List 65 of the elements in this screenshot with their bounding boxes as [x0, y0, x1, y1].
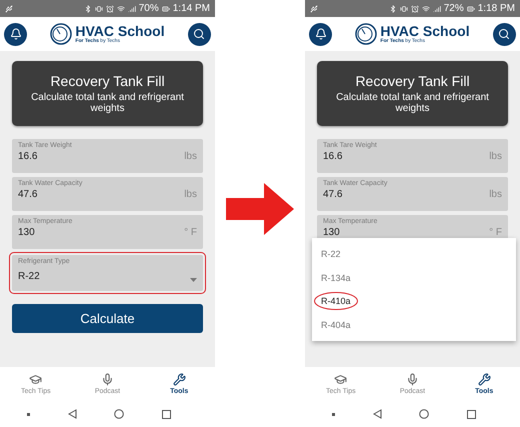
alarm-icon — [106, 4, 114, 12]
unit-label: lbs — [489, 151, 502, 162]
card-title: Recovery Tank Fill — [355, 73, 470, 89]
bell-icon — [314, 28, 326, 40]
card-subtitle: Calculate total tank and refrigerant weights — [30, 92, 185, 114]
field-value: 130 — [18, 227, 35, 238]
app-title: HVAC School — [75, 24, 165, 38]
unit-label: ° F — [489, 227, 502, 238]
battery-icon — [162, 4, 170, 12]
usb-icon — [310, 4, 318, 12]
bluetooth-icon — [388, 4, 397, 12]
field-value: 16.6 — [18, 151, 38, 162]
dropdown-option[interactable]: R-134a — [314, 268, 358, 287]
gauge-logo-icon — [50, 23, 72, 45]
arrow-icon — [226, 182, 294, 234]
card-title: Recovery Tank Fill — [50, 73, 165, 89]
bluetooth-icon — [84, 4, 92, 12]
wrench-icon — [172, 373, 186, 386]
recents-icon[interactable] — [467, 410, 476, 418]
microphone-icon — [406, 373, 419, 386]
field-value: 47.6 — [18, 189, 38, 200]
vibrate-icon — [400, 4, 408, 12]
unit-label: ° F — [184, 227, 197, 238]
vibrate-icon — [94, 4, 103, 12]
card-subtitle: Calculate total tank and refrigerant weights — [335, 92, 490, 114]
wifi-icon — [116, 4, 125, 12]
home-icon[interactable] — [114, 409, 124, 419]
battery-icon — [466, 4, 475, 12]
back-icon[interactable] — [372, 409, 382, 419]
clock: 1:18 PM — [478, 3, 515, 14]
wifi-icon — [422, 4, 430, 12]
unit-label: lbs — [184, 189, 197, 200]
wrench-icon — [478, 373, 491, 386]
graduation-cap-icon — [334, 373, 348, 386]
notifications-button[interactable] — [309, 22, 332, 46]
field-value: 130 — [323, 227, 340, 238]
app-title: HVAC School — [380, 24, 470, 38]
search-button[interactable] — [188, 22, 211, 46]
signal-icon — [128, 4, 136, 12]
battery-percent: 70% — [138, 3, 159, 14]
unit-label: lbs — [184, 151, 197, 162]
gauge-logo-icon — [355, 23, 378, 45]
back-icon[interactable] — [68, 409, 77, 419]
field-value: R-22 — [18, 271, 40, 282]
recents-icon[interactable] — [162, 410, 172, 418]
microphone-icon — [100, 373, 114, 386]
field-value: 16.6 — [323, 151, 342, 162]
notifications-button[interactable] — [4, 22, 27, 46]
search-icon — [193, 28, 206, 40]
unit-label: lbs — [489, 189, 502, 200]
clock: 1:14 PM — [172, 3, 210, 14]
usb-icon — [5, 4, 13, 12]
calculate-button[interactable]: Calculate — [12, 304, 203, 333]
home-icon[interactable] — [419, 409, 430, 419]
search-button[interactable] — [492, 22, 516, 46]
dropdown-option[interactable]: R-404a — [314, 316, 358, 334]
battery-percent: 72% — [444, 3, 464, 14]
dropdown-option[interactable]: R-410a — [314, 292, 358, 310]
signal-icon — [432, 4, 441, 12]
alarm-icon — [410, 4, 419, 12]
graduation-cap-icon — [29, 373, 42, 386]
bell-icon — [10, 28, 22, 40]
caret-icon — [190, 278, 197, 282]
search-icon — [498, 28, 510, 40]
field-value: 47.6 — [323, 189, 342, 200]
